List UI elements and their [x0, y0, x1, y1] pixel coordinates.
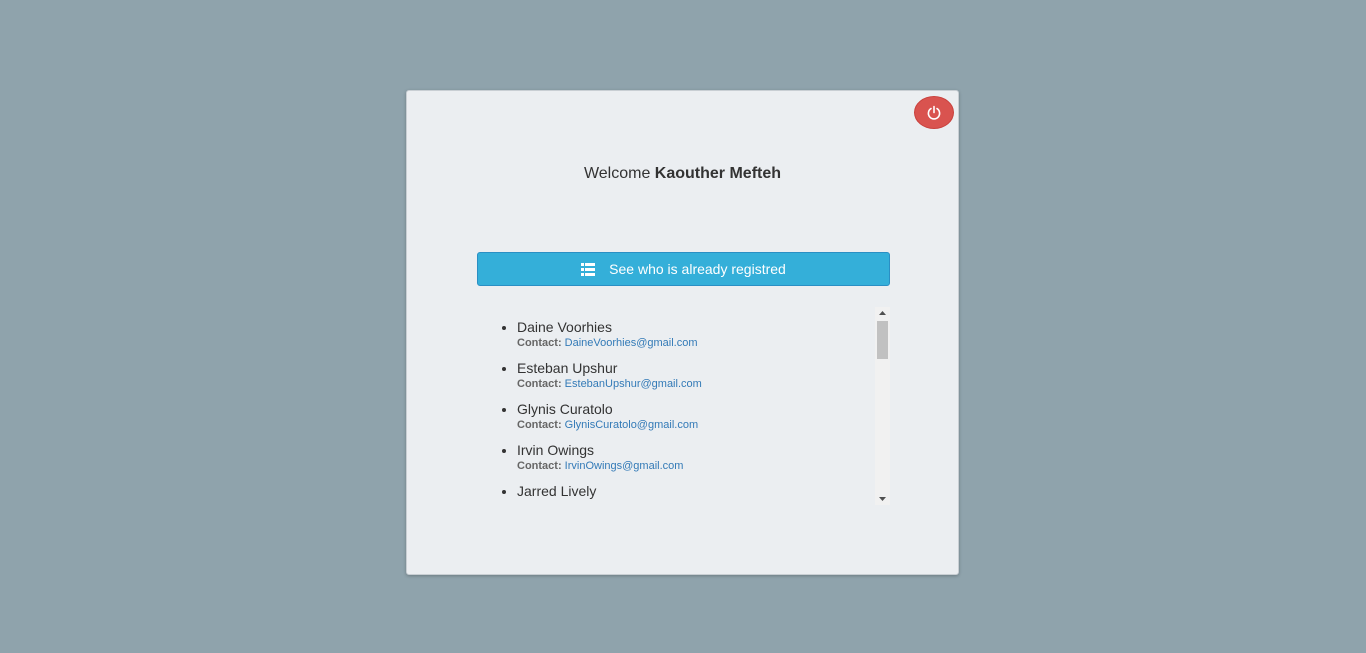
email-link[interactable]: EstebanUpshur@gmail.com	[565, 378, 702, 390]
user-name: Kaouther Mefteh	[654, 165, 782, 182]
contact-label: Contact:	[517, 337, 562, 349]
contact-label: Contact:	[517, 419, 562, 431]
welcome-message: Welcome Kaouther Mefteh	[407, 165, 958, 183]
email-link[interactable]: IrvinOwings@gmail.com	[565, 460, 684, 472]
email-link[interactable]: GlynisCuratolo@gmail.com	[565, 419, 698, 431]
contact-line: Contact: EstebanUpshur@gmail.com	[517, 376, 890, 392]
list-item: Jarred Lively	[517, 481, 890, 501]
user-name-item: Esteban Upshur	[517, 360, 618, 376]
contact-label: Contact:	[517, 378, 562, 390]
logout-button[interactable]	[914, 96, 954, 129]
contact-line: Contact: GlynisCuratolo@gmail.com	[517, 417, 890, 433]
see-registered-button[interactable]: See who is already registred	[477, 252, 890, 286]
welcome-card: Welcome Kaouther Mefteh See who is alrea…	[406, 90, 959, 575]
see-registered-label: See who is already registred	[609, 261, 786, 277]
user-name-item: Daine Voorhies	[517, 319, 612, 335]
list-scrollbar[interactable]	[875, 307, 890, 505]
list-item: Esteban Upshur Contact: EstebanUpshur@gm…	[517, 358, 890, 392]
scroll-thumb[interactable]	[877, 321, 888, 359]
user-name-item: Irvin Owings	[517, 442, 595, 458]
user-name-item: Glynis Curatolo	[517, 401, 613, 417]
list-item: Glynis Curatolo Contact: GlynisCuratolo@…	[517, 399, 890, 433]
contact-line: Contact: IrvinOwings@gmail.com	[517, 458, 890, 474]
registered-list-panel[interactable]: Daine Voorhies Contact: DaineVoorhies@gm…	[477, 307, 890, 505]
user-name-item: Jarred Lively	[517, 483, 597, 499]
list-item: Daine Voorhies Contact: DaineVoorhies@gm…	[517, 317, 890, 351]
email-link[interactable]: DaineVoorhies@gmail.com	[565, 337, 698, 349]
list-icon	[581, 262, 596, 276]
registered-list: Daine Voorhies Contact: DaineVoorhies@gm…	[477, 317, 890, 501]
power-icon	[926, 105, 942, 121]
scroll-up-arrow-icon[interactable]	[875, 307, 890, 319]
list-item: Irvin Owings Contact: IrvinOwings@gmail.…	[517, 440, 890, 474]
welcome-prefix: Welcome	[583, 165, 651, 182]
contact-line: Contact: DaineVoorhies@gmail.com	[517, 335, 890, 351]
contact-label: Contact:	[517, 460, 562, 472]
scroll-down-arrow-icon[interactable]	[875, 493, 890, 505]
